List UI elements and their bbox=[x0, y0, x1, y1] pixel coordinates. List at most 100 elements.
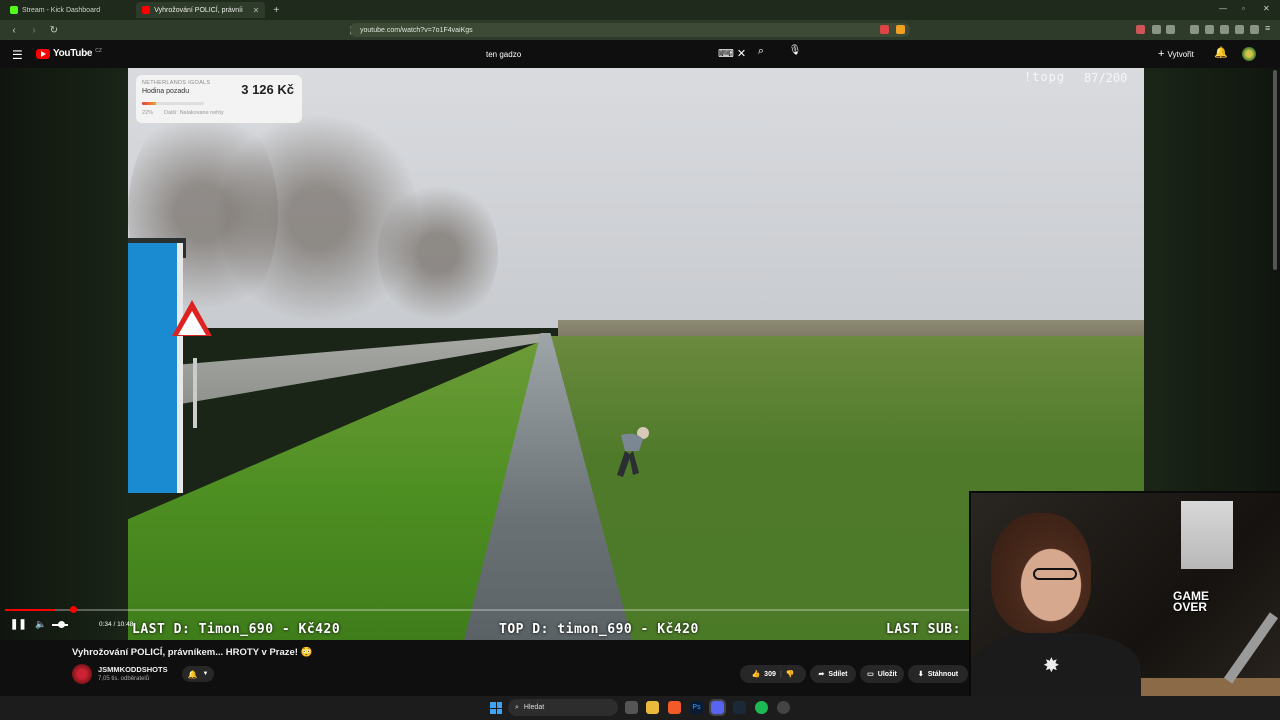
browser-tab-bar: Stream - Kick Dashboard Vyhrožování POLI… bbox=[0, 0, 1280, 20]
obs-icon[interactable] bbox=[777, 701, 790, 714]
search-icon: ⌕ bbox=[515, 703, 519, 711]
channel-avatar[interactable] bbox=[72, 664, 92, 684]
video-progress-fill bbox=[5, 609, 56, 611]
tab-label: Vyhrožování POLICÍ, právníi bbox=[154, 6, 243, 14]
sidebar-icon[interactable] bbox=[1205, 25, 1214, 34]
donation-goal-title: NETHERLANDS IGOALS bbox=[142, 80, 211, 86]
close-tab-icon[interactable]: ✕ bbox=[253, 6, 260, 15]
brave-shield-icon[interactable] bbox=[880, 25, 889, 34]
windows-taskbar bbox=[0, 696, 1280, 720]
rewards-icon[interactable] bbox=[896, 25, 905, 34]
search-icon[interactable]: ⌕ bbox=[752, 45, 770, 63]
vpn-icon[interactable] bbox=[1250, 25, 1259, 34]
spotify-icon[interactable] bbox=[755, 701, 768, 714]
donation-progress-fill bbox=[142, 102, 156, 105]
webcam-fridge bbox=[1181, 501, 1233, 569]
webcam-person-glasses bbox=[1033, 568, 1077, 580]
photoshop-icon[interactable]: Ps bbox=[690, 701, 703, 714]
url-bar[interactable]: youtube.com/watch?v=7o1F4vaiKgs bbox=[350, 23, 910, 37]
reload-icon[interactable]: ↻ bbox=[48, 25, 60, 36]
thumbs-up-icon[interactable]: 👍 bbox=[751, 670, 760, 678]
progress-scrubber-handle[interactable] bbox=[70, 606, 77, 613]
create-button[interactable]: + Vytvořit bbox=[1158, 48, 1194, 60]
warning-sign bbox=[178, 311, 206, 335]
extension-icon[interactable] bbox=[1166, 25, 1175, 34]
top-donation-ticker: TOP D: timon_690 - Kč420 bbox=[499, 622, 699, 637]
volume-icon[interactable]: 🔈 bbox=[35, 619, 46, 630]
save-icon: ▭ bbox=[867, 671, 874, 678]
forward-icon[interactable]: › bbox=[28, 25, 40, 36]
sign-post bbox=[193, 358, 197, 428]
webcam-mic-arm bbox=[1223, 612, 1279, 684]
donation-amount: 3 126 Kč bbox=[241, 82, 294, 97]
create-label: Vytvořit bbox=[1167, 49, 1194, 59]
webcam-overlay: ✸ GAME OVER bbox=[969, 491, 1280, 720]
logo-text: YouTube bbox=[53, 48, 93, 59]
close-window-icon[interactable]: ✕ bbox=[1263, 4, 1270, 13]
hamburger-menu-icon[interactable]: ☰ bbox=[12, 48, 23, 62]
page-scrollbar[interactable] bbox=[1273, 70, 1277, 270]
save-label: Uložit bbox=[877, 670, 897, 678]
youtube-icon bbox=[142, 6, 151, 14]
url-text: youtube.com/watch?v=7o1F4vaiKgs bbox=[360, 26, 473, 34]
steam-icon[interactable] bbox=[733, 701, 746, 714]
download-button[interactable]: ⬇ Stáhnout bbox=[908, 665, 968, 683]
video-title: Vyhrožování POLICÍ, právníkem... HROTY v… bbox=[72, 647, 313, 658]
last-donation-ticker: LAST D: Timon_690 - Kč420 bbox=[132, 622, 341, 637]
shirt-star-graphic: ✸ bbox=[1043, 655, 1060, 677]
youtube-logo[interactable]: YouTube CZ bbox=[36, 48, 102, 59]
video-progress-bar[interactable] bbox=[5, 609, 969, 611]
minimize-icon[interactable]: — bbox=[1219, 4, 1227, 13]
video-trees bbox=[378, 178, 498, 328]
restore-icon[interactable]: ▫ bbox=[1242, 4, 1245, 13]
wallet-icon[interactable] bbox=[1220, 25, 1229, 34]
overlay-command-label: !topg bbox=[1024, 70, 1066, 84]
video-kiosk bbox=[128, 243, 183, 493]
browser-toolbar: ‹ › ↻ ▯ youtube.com/watch?v=7o1F4vaiKgs … bbox=[0, 20, 1280, 40]
chevron-down-icon: ▼ bbox=[202, 671, 209, 677]
tab-label: Stream - Kick Dashboard bbox=[22, 6, 101, 14]
save-button[interactable]: ▭ Uložit bbox=[860, 665, 904, 683]
tab-kick-dashboard[interactable]: Stream - Kick Dashboard bbox=[4, 2, 106, 18]
menu-icon[interactable]: ≡ bbox=[1265, 23, 1274, 33]
overlay-command-count: 87/200 bbox=[1084, 71, 1128, 85]
microphone-icon[interactable]: 🎙 bbox=[786, 45, 804, 63]
tab-youtube-video[interactable]: Vyhrožování POLICÍ, právníi ✕ bbox=[136, 2, 266, 18]
clear-search-icon[interactable]: ⌨ ✕ bbox=[718, 47, 746, 60]
donation-goal-widget: NETHERLANDS IGOALS Hodina pozadu 3 126 K… bbox=[136, 75, 302, 123]
taskbar-search[interactable]: ⌕ Hledat bbox=[508, 699, 618, 716]
subscriber-count: 7,05 tis. odběratelů bbox=[98, 676, 150, 682]
thumbs-down-icon[interactable]: 👎 bbox=[786, 670, 795, 678]
like-dislike-button[interactable]: 👍 309 | 👎 bbox=[740, 665, 806, 683]
donation-progress-bar bbox=[142, 102, 204, 105]
search-value: ten gadzo bbox=[486, 49, 522, 59]
donation-goal-subtitle: Hodina pozadu bbox=[142, 88, 190, 95]
extensions-icon[interactable] bbox=[1235, 25, 1244, 34]
last-sub-ticker: LAST SUB: bbox=[886, 622, 961, 637]
notifications-bell-icon[interactable]: 🔔 bbox=[1214, 46, 1228, 59]
download-label: Stáhnout bbox=[927, 670, 959, 678]
like-count: 309 bbox=[764, 670, 776, 678]
account-avatar[interactable] bbox=[1242, 47, 1256, 61]
donation-percent: 22% bbox=[142, 110, 154, 116]
pause-icon[interactable]: ❚❚ bbox=[10, 619, 27, 630]
task-view-icon[interactable] bbox=[625, 701, 638, 714]
file-explorer-icon[interactable] bbox=[646, 701, 659, 714]
share-icon: ➦ bbox=[818, 671, 825, 678]
channel-name[interactable]: JSMMKODDSHOTS bbox=[98, 665, 168, 674]
media-icon[interactable] bbox=[1190, 25, 1199, 34]
share-button[interactable]: ➦ Sdílet bbox=[810, 665, 856, 683]
extension-icon[interactable] bbox=[1152, 25, 1161, 34]
volume-slider-handle[interactable] bbox=[58, 621, 65, 628]
plus-icon: + bbox=[1158, 48, 1165, 60]
discord-icon[interactable] bbox=[709, 699, 726, 716]
new-tab-icon[interactable]: + bbox=[273, 5, 279, 16]
search-input[interactable]: ten gadzo bbox=[480, 44, 746, 64]
extension-icon[interactable] bbox=[1136, 25, 1145, 34]
subscription-bell-button[interactable]: 🔔 ▼ bbox=[182, 666, 214, 682]
back-icon[interactable]: ‹ bbox=[8, 25, 20, 36]
windows-start-icon[interactable] bbox=[490, 702, 502, 714]
brave-browser-icon[interactable] bbox=[668, 701, 681, 714]
download-icon: ⬇ bbox=[917, 671, 924, 678]
video-time: 0:34 / 10:48 bbox=[99, 621, 134, 628]
